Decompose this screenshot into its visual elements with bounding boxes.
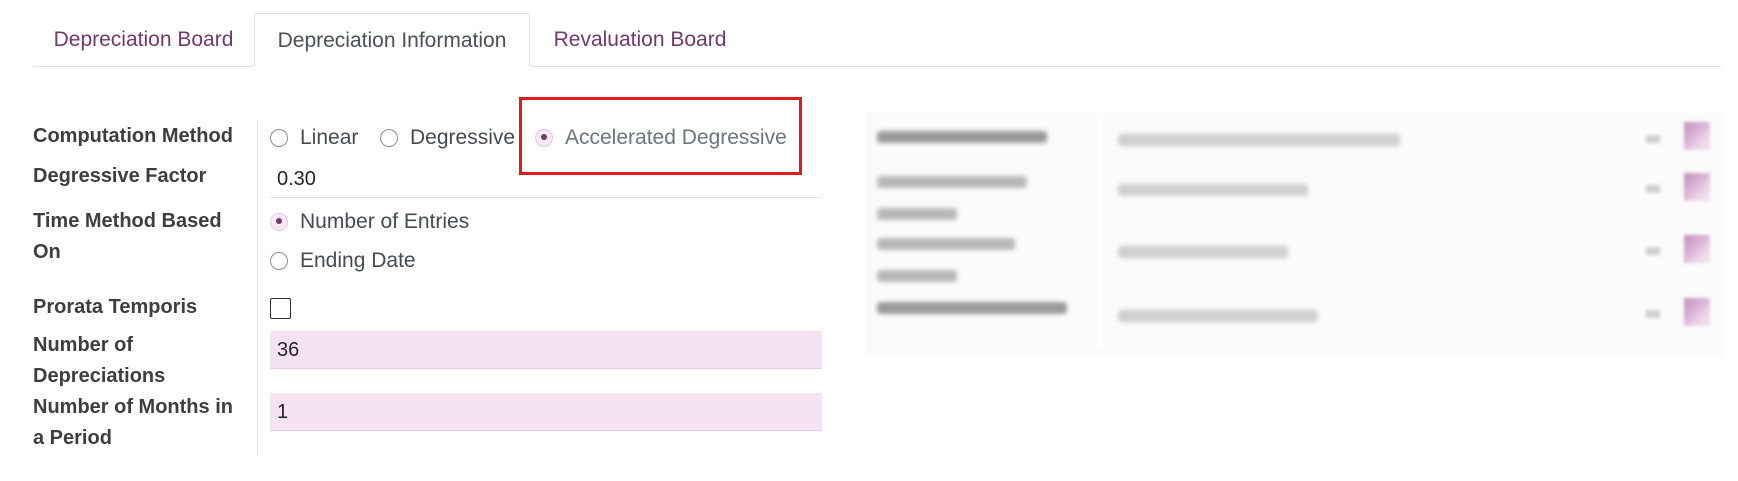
blurred-label [877,302,1067,314]
degressive-factor-input[interactable]: 0.30 [270,163,822,198]
blurred-label [877,208,957,220]
blurred-link-icon[interactable] [1684,235,1710,263]
degressive-factor-label: Degressive Factor [33,165,207,187]
blurred-dropdown-arrow [1646,185,1660,193]
months-in-period-label-line1: Number of Months in [33,396,233,418]
number-of-depreciations-label-line2: Depreciations [33,365,166,387]
prorata-temporis-checkbox[interactable] [270,298,291,319]
radio-number-of-entries-circle[interactable] [270,212,288,231]
blurred-label [877,176,1027,188]
time-method-label-line2: On [33,241,61,263]
radio-number-of-entries[interactable]: Number of Entries [270,206,469,237]
radio-linear-label: Linear [300,125,359,149]
label-column-divider [257,120,258,456]
months-in-period-input[interactable]: 1 [270,393,822,431]
radio-ending-date-label: Ending Date [300,248,416,272]
radio-degressive-label: Degressive [410,125,516,149]
radio-degressive-circle[interactable] [380,128,398,147]
time-method-label: Time Method Based On [33,206,248,268]
computation-method-label: Computation Method [33,125,233,147]
blurred-value [1118,184,1308,196]
months-in-period-label: Number of Months in a Period [33,392,248,454]
radio-linear-circle[interactable] [270,128,288,147]
radio-degressive[interactable]: Degressive [380,122,515,153]
tab-depreciation-information[interactable]: Depreciation Information [254,13,530,67]
blurred-link-icon[interactable] [1684,122,1710,150]
tab-depreciation-board[interactable]: Depreciation Board [33,13,254,66]
tab-revaluation-board[interactable]: Revaluation Board [530,13,750,66]
radio-ending-date[interactable]: Ending Date [270,245,416,276]
blurred-panel-divider [1098,118,1102,348]
blurred-value [1118,134,1400,146]
blurred-label [877,270,957,282]
radio-number-of-entries-label: Number of Entries [300,209,470,233]
number-of-depreciations-label-line1: Number of [33,334,133,356]
blurred-label [877,131,1047,143]
time-method-label-line1: Time Method Based [33,210,222,232]
blurred-dropdown-arrow [1646,247,1660,255]
notebook-tabs: Depreciation Board Depreciation Informat… [33,13,1721,67]
blurred-dropdown-arrow [1646,135,1660,143]
blurred-link-icon[interactable] [1684,298,1710,326]
prorata-temporis-label: Prorata Temporis [33,296,198,318]
radio-linear[interactable]: Linear [270,122,358,153]
blurred-label [877,238,1015,250]
number-of-depreciations-label: Number of Depreciations [33,330,248,392]
months-in-period-label-line2: a Period [33,427,112,449]
blurred-value [1118,310,1318,322]
blurred-value [1118,246,1288,258]
radio-ending-date-circle[interactable] [270,251,288,270]
blurred-dropdown-arrow [1646,310,1660,318]
number-of-depreciations-input[interactable]: 36 [270,331,822,369]
blurred-link-icon[interactable] [1684,173,1710,201]
